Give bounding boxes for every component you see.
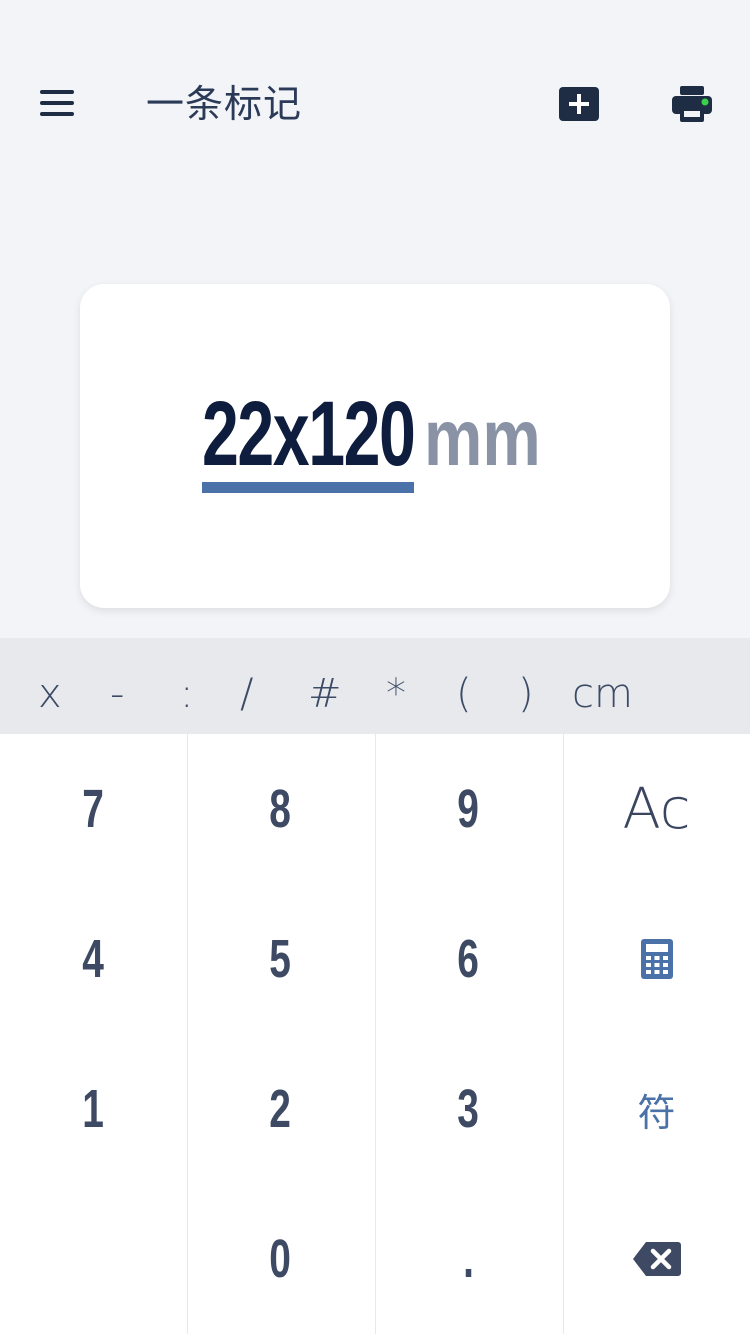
input-cursor-underline	[202, 482, 414, 493]
key-9[interactable]: 9	[375, 734, 562, 884]
symbol-key-slash[interactable]: /	[240, 638, 253, 734]
calculator-icon	[640, 939, 673, 979]
key-4[interactable]: 4	[0, 884, 187, 1034]
symbol-key-cm[interactable]: cm	[572, 638, 633, 734]
symbol-bar: x - : / # * ( ) cm	[0, 638, 750, 734]
symbol-key-colon[interactable]: :	[180, 638, 193, 734]
key-6[interactable]: 6	[375, 884, 562, 1034]
symbol-key-open-paren[interactable]: (	[456, 638, 472, 734]
key-0[interactable]: 0	[187, 1184, 374, 1334]
key-1[interactable]: 1	[0, 1034, 187, 1184]
symbol-key-asterisk[interactable]: *	[386, 638, 406, 734]
key-label: 9	[457, 779, 480, 839]
key-label: 2	[269, 1079, 292, 1139]
symbol-key-x[interactable]: x	[38, 638, 62, 734]
printer-icon	[672, 86, 712, 122]
calculator-button[interactable]	[563, 884, 750, 1034]
key-label: 3	[457, 1079, 480, 1139]
key-label: .	[463, 1229, 474, 1289]
size-display[interactable]: 22x120 mm	[202, 384, 566, 494]
key-7[interactable]: 7	[0, 734, 187, 884]
symbols-button[interactable]: 符	[563, 1034, 750, 1184]
key-label: 8	[269, 779, 292, 839]
key-label: Ac	[622, 776, 691, 842]
add-square-icon	[559, 87, 599, 121]
menu-line	[40, 90, 74, 94]
key-8[interactable]: 8	[187, 734, 374, 884]
backspace-button[interactable]	[563, 1184, 750, 1334]
key-label: 符	[637, 1090, 676, 1135]
print-button[interactable]	[670, 84, 714, 124]
key-label: 6	[457, 929, 480, 989]
symbol-key-hash[interactable]: #	[308, 638, 342, 734]
key-5[interactable]: 5	[187, 884, 374, 1034]
add-button[interactable]	[558, 86, 600, 122]
key-label: 0	[269, 1229, 292, 1289]
key-3[interactable]: 3	[375, 1034, 562, 1184]
menu-button[interactable]	[34, 80, 80, 126]
size-unit: mm	[424, 393, 541, 482]
key-label: 1	[82, 1079, 105, 1139]
printer-status-dot	[701, 98, 709, 106]
key-label: 5	[269, 929, 292, 989]
symbol-key-close-paren[interactable]: )	[518, 638, 534, 734]
key-2[interactable]: 2	[187, 1034, 374, 1184]
backspace-icon	[632, 1242, 681, 1276]
symbol-key-dash[interactable]: -	[110, 638, 124, 734]
keypad: 7 8 9 Ac 4 5 6 1 2 3 符 0 .	[0, 734, 750, 1334]
key-ac[interactable]: Ac	[563, 734, 750, 884]
menu-line	[40, 101, 74, 105]
key-label: 4	[82, 929, 105, 989]
page-title: 一条标记	[146, 82, 303, 126]
top-bar: 一条标记	[0, 0, 750, 210]
key-label: 7	[82, 779, 105, 839]
key-dot[interactable]: .	[375, 1184, 562, 1334]
key-empty	[0, 1184, 187, 1334]
size-value: 22x120	[202, 383, 416, 485]
menu-line	[40, 112, 74, 116]
